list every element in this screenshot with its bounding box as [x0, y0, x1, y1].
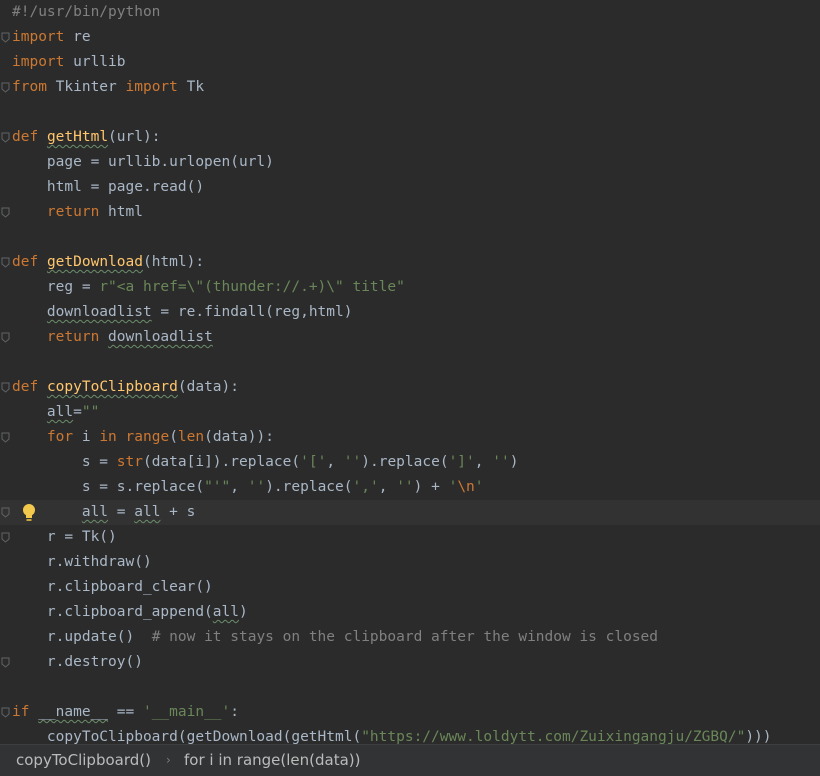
code-line-text: s = s.replace("'", '').replace(',', '') … [12, 479, 484, 495]
code-line[interactable]: all = all + s [0, 500, 820, 525]
code-line-text: s = str(data[i]).replace('[', '').replac… [12, 454, 519, 470]
code-line-text: r = Tk() [12, 529, 117, 545]
breadcrumb-item-loop[interactable]: for i in range(len(data)) [184, 745, 360, 775]
code-line-text: #!/usr/bin/python [12, 4, 161, 20]
code-line-text: r.withdraw() [12, 554, 152, 570]
code-line-text: return html [46, 204, 143, 220]
code-line-text: page = urllib.urlopen(url) [12, 154, 274, 170]
code-line[interactable] [0, 350, 820, 375]
fold-marker-icon[interactable] [1, 382, 10, 393]
fold-marker-icon[interactable] [1, 82, 10, 93]
chevron-right-icon: › [166, 753, 171, 767]
fold-marker-icon[interactable] [1, 657, 10, 668]
code-line[interactable]: r.clipboard_clear() [0, 575, 820, 600]
code-line[interactable] [0, 675, 820, 700]
code-line[interactable]: reg = r"<a href=\"(thunder://.+)\" title… [0, 275, 820, 300]
code-line-text: import re [12, 29, 91, 45]
code-line[interactable]: all="" [0, 400, 820, 425]
code-line[interactable]: import urllib [0, 50, 820, 75]
fold-marker-icon[interactable] [1, 332, 10, 343]
code-line-text: for i in range(len(data)): [46, 429, 274, 445]
code-line[interactable]: def copyToClipboard(data): [0, 375, 820, 400]
fold-marker-icon[interactable] [1, 132, 10, 143]
code-line-text: if __name__ == '__main__': [12, 704, 240, 720]
code-line[interactable]: copyToClipboard(getDownload(getHtml("htt… [0, 725, 820, 744]
code-line[interactable]: r.clipboard_append(all) [0, 600, 820, 625]
code-line[interactable]: def getHtml(url): [0, 125, 820, 150]
code-line[interactable]: from Tkinter import Tk [0, 75, 820, 100]
code-line[interactable]: import re [0, 25, 820, 50]
fold-marker-icon[interactable] [1, 432, 10, 443]
lightbulb-icon[interactable] [20, 503, 38, 522]
code-line-text: return downloadlist [46, 329, 213, 345]
code-line[interactable] [0, 100, 820, 125]
code-line-text: def getDownload(html): [12, 254, 205, 270]
code-line-text: r.destroy() [12, 654, 143, 670]
code-line[interactable]: #!/usr/bin/python [0, 0, 820, 25]
code-line[interactable]: r.destroy() [0, 650, 820, 675]
code-line[interactable]: page = urllib.urlopen(url) [0, 150, 820, 175]
code-line-text: all="" [46, 404, 100, 420]
code-line-text: reg = r"<a href=\"(thunder://.+)\" title… [12, 279, 405, 295]
code-line[interactable]: r = Tk() [0, 525, 820, 550]
breadcrumb-item-function[interactable]: copyToClipboard() [16, 745, 151, 775]
code-line[interactable]: s = str(data[i]).replace('[', '').replac… [0, 450, 820, 475]
breadcrumb: copyToClipboard() › for i in range(len(d… [0, 744, 820, 776]
fold-marker-icon[interactable] [1, 32, 10, 43]
code-line-text: r.update() # now it stays on the clipboa… [12, 629, 659, 645]
fold-marker-icon[interactable] [1, 507, 10, 518]
code-line-text: downloadlist = re.findall(reg,html) [46, 304, 353, 320]
code-line-text: html = page.read() [12, 179, 205, 195]
code-line[interactable]: r.withdraw() [0, 550, 820, 575]
fold-marker-icon[interactable] [1, 207, 10, 218]
code-line[interactable]: return html [0, 200, 820, 225]
code-line[interactable]: def getDownload(html): [0, 250, 820, 275]
code-line-text: copyToClipboard(getDownload(getHtml("htt… [12, 729, 772, 744]
code-editor[interactable]: #!/usr/bin/python import re import urllib f… [0, 0, 820, 744]
code-line-text: r.clipboard_append(all) [12, 604, 248, 620]
fold-marker-icon[interactable] [1, 707, 10, 718]
code-line[interactable]: html = page.read() [0, 175, 820, 200]
fold-marker-icon[interactable] [1, 257, 10, 268]
code-line[interactable]: r.update() # now it stays on the clipboa… [0, 625, 820, 650]
code-line-text: def copyToClipboard(data): [12, 379, 239, 395]
code-line-text: all = all + s [81, 504, 196, 520]
code-line[interactable]: for i in range(len(data)): [0, 425, 820, 450]
code-line-text: import urllib [12, 54, 126, 70]
code-line[interactable]: downloadlist = re.findall(reg,html) [0, 300, 820, 325]
fold-marker-icon[interactable] [1, 532, 10, 543]
code-line-text: from Tkinter import Tk [12, 79, 205, 95]
code-line-text: def getHtml(url): [12, 129, 161, 145]
code-line[interactable]: s = s.replace("'", '').replace(',', '') … [0, 475, 820, 500]
code-line[interactable] [0, 225, 820, 250]
code-line[interactable]: return downloadlist [0, 325, 820, 350]
code-line[interactable]: if __name__ == '__main__': [0, 700, 820, 725]
code-line-text: r.clipboard_clear() [12, 579, 213, 595]
